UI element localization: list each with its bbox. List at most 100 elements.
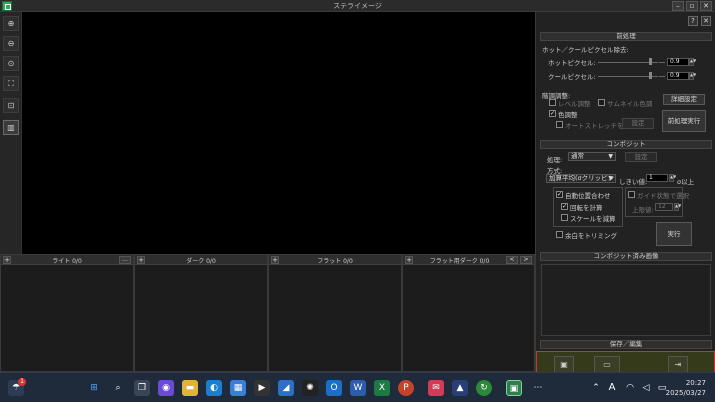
threshold-label: しきい値: — [619, 178, 648, 186]
add-light-button[interactable]: + — [3, 256, 11, 264]
scale-label: スケールを減算 — [570, 215, 616, 223]
hot-pixel-spinner[interactable]: ▲▼ — [689, 58, 696, 66]
cool-pixel-slider-thumb[interactable] — [649, 72, 652, 79]
right-panel: ? ✕ 前処理 ホット／クールピクセル除去: ホットピクセル: 0.9 ▲▼ ク… — [535, 12, 715, 372]
title-bar: ステライメージ – ▫ ✕ — [0, 0, 715, 12]
maximize-button[interactable]: ▫ — [686, 1, 698, 11]
guide-select-checkbox[interactable] — [628, 191, 635, 198]
scale-checkbox[interactable] — [561, 214, 568, 221]
sync-app-icon[interactable]: ↻ — [476, 380, 492, 396]
add-dark-button[interactable]: + — [137, 256, 145, 264]
file-explorer-icon[interactable]: ▬ — [182, 380, 198, 396]
cool-pixel-spinner[interactable]: ▲▼ — [689, 72, 696, 80]
thumbnail-tone-checkbox[interactable] — [598, 99, 605, 106]
store-icon[interactable]: ▦ — [230, 380, 246, 396]
chart-app-icon[interactable]: ▲ — [452, 380, 468, 396]
excel-icon[interactable]: X — [374, 380, 390, 396]
process-settings-button[interactable]: 設定 — [625, 152, 657, 162]
light-more-button[interactable]: … — [119, 256, 131, 264]
level-adjust-label: レベル調整 — [558, 100, 591, 108]
chevron-left-icon[interactable]: < — [506, 256, 518, 264]
app-icon-blue[interactable]: ◢ — [278, 380, 294, 396]
trim-margin-checkbox[interactable] — [556, 231, 563, 238]
outlook-icon[interactable]: O — [326, 380, 342, 396]
method-select[interactable]: 加算平均(σクリッピング) ▼ — [546, 174, 616, 183]
run-preprocess-button[interactable]: 前処理実行 — [662, 110, 706, 132]
auto-align-checkbox[interactable]: ✓ — [556, 191, 563, 198]
run-composite-button[interactable]: 実行 — [656, 222, 692, 246]
powerpoint-icon[interactable]: P — [398, 380, 414, 396]
hot-pixel-input[interactable]: 0.9 — [667, 58, 689, 66]
ime-indicator[interactable]: A — [604, 380, 620, 396]
minimize-button[interactable]: – — [672, 1, 684, 11]
panel-close-button[interactable]: ✕ — [701, 16, 711, 26]
task-view-icon[interactable]: ❐ — [134, 380, 150, 396]
copilot-icon[interactable]: ◉ — [158, 380, 174, 396]
zoom-out-icon[interactable]: ⊖ — [3, 36, 19, 51]
flat-frames-header: + フラット 0/0 — [269, 255, 401, 265]
fit-window-icon[interactable]: ⛶ — [3, 76, 19, 91]
flat-dark-frames-header: + フラット用ダーク 0/0 < > — [403, 255, 534, 265]
app-icon-dial[interactable]: ✺ — [302, 380, 318, 396]
image-viewer[interactable] — [22, 12, 535, 254]
process-select-value: 通常 — [571, 152, 584, 160]
dark-frames-title: ダーク 0/0 — [186, 258, 216, 265]
volume-icon[interactable]: ◁ — [638, 380, 654, 396]
more-apps-icon[interactable]: ⋯ — [530, 380, 546, 396]
limit-spinner[interactable]: ▲▼ — [674, 203, 681, 211]
chevron-right-icon[interactable]: > — [520, 256, 532, 264]
search-icon[interactable]: ⌕ — [110, 380, 126, 396]
stacked-image-area[interactable] — [541, 264, 711, 336]
hot-pixel-slider-tail — [659, 62, 665, 63]
add-flat-dark-button[interactable]: + — [405, 256, 413, 264]
threshold-unit: σ以上 — [677, 178, 695, 186]
light-frames-panel[interactable]: + ライト 0/0 … — [0, 254, 134, 372]
flat-frames-title: フラット 0/0 — [317, 258, 353, 265]
process-label: 処理: — [547, 156, 563, 164]
process-select[interactable]: 通常 ▼ — [568, 152, 616, 161]
clock-date[interactable]: 2025/03/27 — [660, 389, 706, 397]
start-icon[interactable]: ⊞ — [86, 380, 102, 396]
clock-time[interactable]: 20:27 — [670, 379, 706, 387]
chevron-up-icon[interactable]: ⌃ — [588, 380, 604, 396]
flat-dark-frames-panel[interactable]: + フラット用ダーク 0/0 < > — [402, 254, 535, 372]
help-button[interactable]: ? — [688, 16, 698, 26]
taskbar: ☂ 1 ⊞ ⌕ ❐ ◉ ▬ ◐ ▦ ▶ ◢ ✺ O W X P ✉ ▲ ↻ ▣ … — [0, 372, 715, 402]
guide-select-label: ガイド状態で選択 — [637, 192, 689, 200]
cool-pixel-label: クールピクセル: — [548, 73, 596, 81]
notification-badge: 1 — [18, 378, 26, 386]
autostretch-checkbox[interactable] — [556, 121, 563, 128]
wifi-icon[interactable]: ◠ — [622, 380, 638, 396]
limit-input[interactable]: 12 — [655, 203, 673, 211]
threshold-spinner[interactable]: ▲▼ — [669, 174, 676, 182]
detail-settings-button[interactable]: 詳細設定 — [663, 94, 705, 105]
limit-label: 上限値: — [632, 206, 654, 214]
panel-layout-icon[interactable]: ▥ — [3, 120, 19, 135]
fit-selection-icon[interactable]: ⊡ — [3, 98, 19, 113]
cool-pixel-input[interactable]: 0.9 — [667, 72, 689, 80]
stellaimage-taskbar-icon[interactable]: ▣ — [506, 380, 522, 396]
add-flat-button[interactable]: + — [271, 256, 279, 264]
close-window-button[interactable]: ✕ — [700, 1, 712, 11]
chevron-down-icon: ▼ — [608, 153, 613, 160]
flat-dark-frames-title: フラット用ダーク 0/0 — [429, 258, 490, 265]
chevron-down-icon: ▼ — [608, 175, 613, 182]
zoom-actual-icon[interactable]: ⊙ — [3, 56, 19, 71]
threshold-input[interactable]: 1 — [646, 174, 668, 182]
word-icon[interactable]: W — [350, 380, 366, 396]
rotation-checkbox[interactable]: ✓ — [561, 203, 568, 210]
zoom-in-icon[interactable]: ⊕ — [3, 16, 19, 31]
color-adjust-label: 色調整 — [558, 111, 578, 119]
flat-frames-panel[interactable]: + フラット 0/0 — [268, 254, 402, 372]
hot-pixel-slider-thumb[interactable] — [649, 58, 652, 65]
composite-header: コンポジット — [540, 140, 712, 149]
edge-icon[interactable]: ◐ — [206, 380, 222, 396]
media-icon[interactable]: ▶ — [254, 380, 270, 396]
mail-icon[interactable]: ✉ — [428, 380, 444, 396]
hotcool-label: ホット／クールピクセル除去: — [542, 46, 629, 54]
color-adjust-checkbox[interactable]: ✓ — [549, 110, 556, 117]
autostretch-settings-button[interactable]: 設定 — [622, 118, 654, 129]
save-edit-header: 保存／編集 — [540, 340, 712, 349]
dark-frames-panel[interactable]: + ダーク 0/0 — [134, 254, 268, 372]
level-adjust-checkbox[interactable] — [549, 99, 556, 106]
